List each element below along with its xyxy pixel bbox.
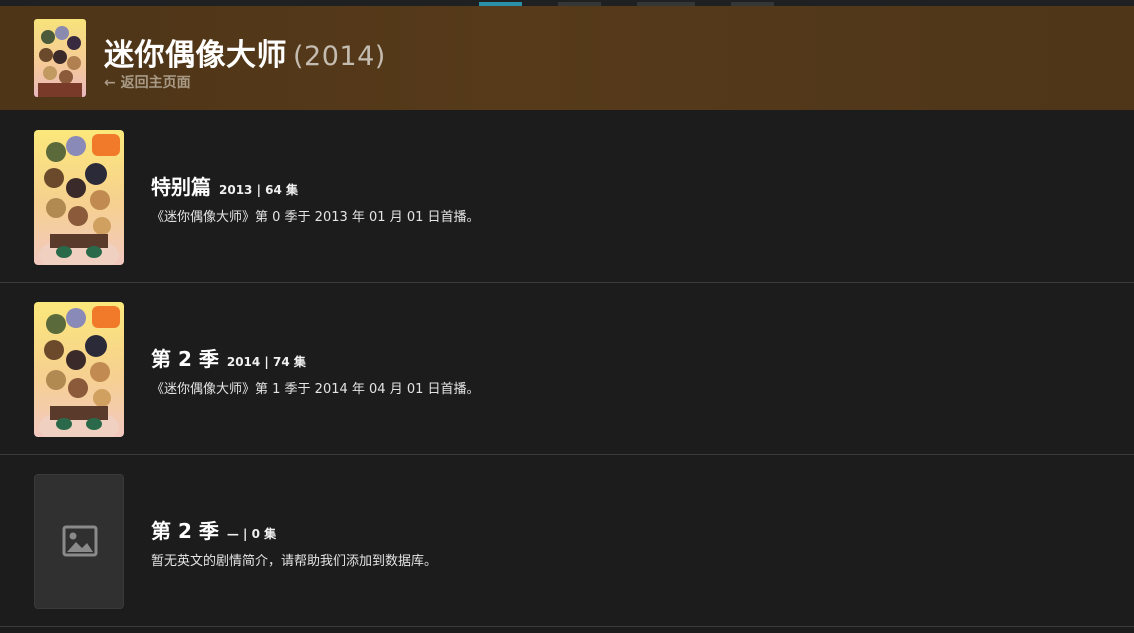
season-row[interactable]: 第 2 季 2014 | 74 集 《迷你偶像大师》第 1 季于 2014 年 0… [0, 283, 1134, 455]
image-placeholder-icon [62, 525, 98, 557]
page-title: 迷你偶像大师 (2014) [104, 30, 386, 74]
show-title: 迷你偶像大师 [104, 38, 287, 73]
season-row[interactable]: 第 2 季 — | 0 集 暂无英文的剧情简介，请帮助我们添加到数据库。 [0, 455, 1134, 627]
season-info: 第 2 季 — | 0 集 暂无英文的剧情简介，请帮助我们添加到数据库。 [151, 515, 437, 569]
season-poster[interactable] [34, 130, 124, 265]
back-to-main-link[interactable]: ← 返回主页面 [104, 72, 191, 92]
season-poster-placeholder[interactable] [34, 474, 124, 609]
season-meta: 2014 | 74 集 [226, 355, 306, 369]
show-poster[interactable] [34, 19, 86, 97]
show-header: 迷你偶像大师 (2014) ← 返回主页面 [0, 6, 1134, 110]
season-info: 特别篇 2013 | 64 集 《迷你偶像大师》第 0 季于 2013 年 01 … [151, 171, 480, 225]
season-row[interactable]: 特别篇 2013 | 64 集 《迷你偶像大师》第 0 季于 2013 年 01 … [0, 111, 1134, 283]
season-poster[interactable] [34, 302, 124, 437]
season-name[interactable]: 第 2 季 [151, 347, 219, 371]
arrow-left-icon: ← [104, 75, 116, 91]
season-description: 《迷你偶像大师》第 0 季于 2013 年 01 月 01 日首播。 [151, 210, 480, 225]
season-meta: 2013 | 64 集 [219, 183, 299, 197]
season-name[interactable]: 特别篇 [151, 175, 211, 199]
season-name[interactable]: 第 2 季 [151, 519, 219, 543]
back-link-label: 返回主页面 [120, 75, 191, 91]
show-year: (2014) [293, 41, 386, 72]
season-description: 《迷你偶像大师》第 1 季于 2014 年 04 月 01 日首播。 [151, 382, 480, 397]
season-description: 暂无英文的剧情简介，请帮助我们添加到数据库。 [151, 554, 438, 569]
season-meta: — | 0 集 [226, 527, 277, 541]
season-info: 第 2 季 2014 | 74 集 《迷你偶像大师》第 1 季于 2014 年 0… [151, 343, 480, 397]
